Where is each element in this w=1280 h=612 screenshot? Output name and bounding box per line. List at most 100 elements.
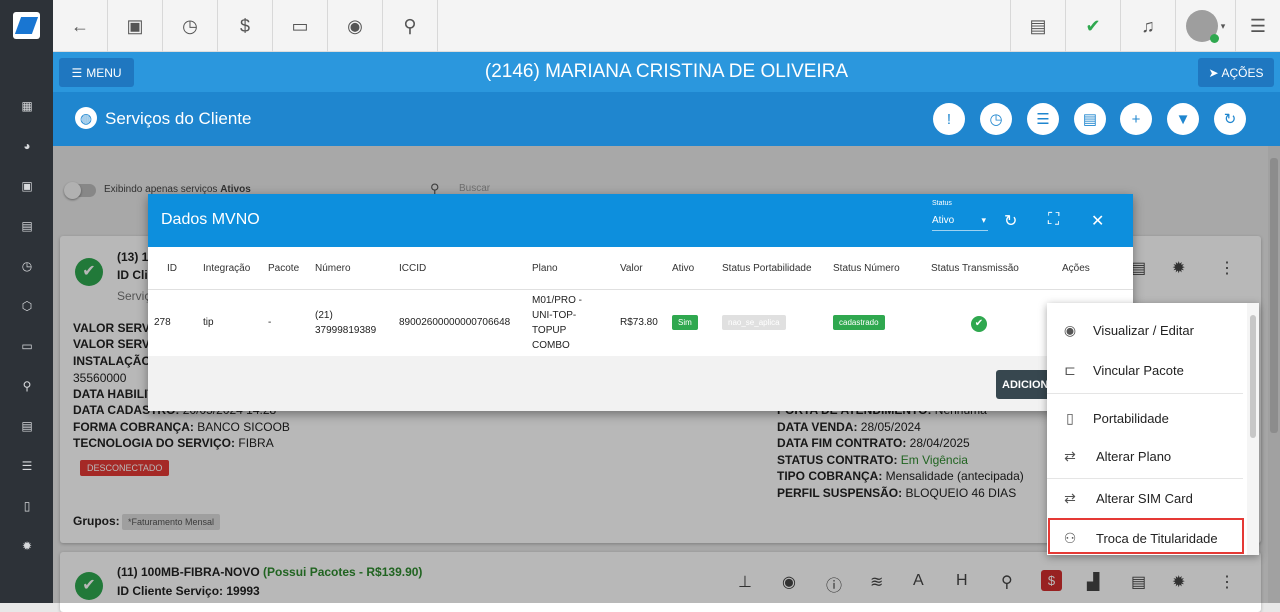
schedule-button[interactable]: ◷ bbox=[163, 0, 218, 52]
contacts-button[interactable]: ▣ bbox=[108, 0, 163, 52]
finance-button[interactable]: $ bbox=[218, 0, 273, 52]
alert-button[interactable]: ! bbox=[933, 103, 965, 135]
cell-valor: R$73.80 bbox=[620, 317, 658, 328]
back-button[interactable]: ← bbox=[53, 0, 108, 52]
contact-card-icon[interactable]: ▣ bbox=[20, 179, 34, 193]
menu-item-label: Visualizar / Editar bbox=[1093, 322, 1194, 338]
menu-item-label: Portabilidade bbox=[1093, 410, 1169, 426]
terminal-button[interactable]: ▭ bbox=[273, 0, 328, 52]
status-select-label: Status bbox=[932, 200, 952, 207]
dollar-icon: $ bbox=[239, 15, 250, 36]
swap-icon: ⇄ bbox=[1064, 447, 1076, 464]
settings-icon[interactable]: ✹ bbox=[20, 539, 34, 553]
calendar-clock-icon: ◷ bbox=[182, 15, 198, 36]
alert-icon: ! bbox=[946, 110, 952, 128]
menu-item-label: Alterar Plano bbox=[1096, 448, 1172, 464]
menu-item-label: Alterar SIM Card bbox=[1096, 490, 1193, 506]
column-header: Status Transmissão bbox=[931, 263, 1019, 274]
client-header: ☰ MENU (2146) MARIANA CRISTINA DE OLIVEIR… bbox=[53, 52, 1280, 92]
menu-item-alterar-sim-card[interactable]: ⇄ Alterar SIM Card bbox=[1047, 478, 1247, 518]
pdf-icon: ▤ bbox=[1029, 15, 1047, 36]
chevron-down-icon: ▾ bbox=[1220, 20, 1226, 31]
column-header: ICCID bbox=[399, 263, 427, 274]
cell-pacote: - bbox=[268, 317, 272, 328]
document-icon: ▤ bbox=[1082, 111, 1098, 128]
cell-status-portabilidade: nao_se_aplica bbox=[722, 315, 786, 330]
search-icon: ⚲ bbox=[403, 15, 417, 36]
menu-item-portabilidade[interactable]: ▯ Portabilidade bbox=[1047, 398, 1247, 438]
book-icon[interactable]: ▤ bbox=[20, 219, 34, 233]
list-circle-button[interactable]: ☰ bbox=[1027, 103, 1059, 135]
section-title: Serviços do Cliente bbox=[105, 109, 252, 128]
cell-status-numero: cadastrado bbox=[833, 315, 885, 330]
column-header: Status Portabilidade bbox=[722, 263, 812, 274]
app-logo[interactable] bbox=[13, 12, 40, 39]
list-icon: ☰ bbox=[1036, 111, 1050, 128]
client-title: (2146) MARIANA CRISTINA DE OLIVEIRA bbox=[484, 61, 849, 82]
schedule-circle-button[interactable]: ◷ bbox=[980, 103, 1012, 135]
send-icon: ➤ bbox=[1208, 65, 1219, 80]
eye-icon: ◉ bbox=[1063, 321, 1077, 338]
column-header: Ativo bbox=[672, 263, 695, 274]
list-icon: ☰ bbox=[1249, 15, 1267, 36]
terminal-icon: ▭ bbox=[291, 15, 309, 36]
pdf-button[interactable]: ▤ bbox=[1010, 0, 1065, 52]
chat-check-icon: ✔ bbox=[1085, 15, 1101, 36]
document-circle-button[interactable]: ▤ bbox=[1074, 103, 1106, 135]
column-header: Valor bbox=[620, 263, 643, 274]
table-header: ID Integração Pacote Número ICCID Plano … bbox=[148, 247, 1133, 290]
fullscreen-icon[interactable]: ⛶ bbox=[1048, 211, 1059, 229]
search-button[interactable]: ⚲ bbox=[383, 0, 438, 52]
close-icon[interactable]: ✕ bbox=[1091, 211, 1104, 231]
notifications-button[interactable]: ♫ bbox=[1120, 0, 1175, 52]
filter-circle-button[interactable]: ▼ bbox=[1167, 103, 1199, 135]
top-toolbar: ← ▣ ◷ $ ▭ ◉ ⚲ ▤ ✔ ♫ ▾ ☰ bbox=[53, 0, 1280, 52]
avatar bbox=[1185, 10, 1219, 43]
cell-iccid: 89002600000000706648 bbox=[399, 317, 511, 328]
cell-integracao: tip bbox=[203, 317, 214, 328]
add-circle-button[interactable]: + bbox=[1120, 103, 1152, 135]
calendar-clock-icon: ◷ bbox=[989, 111, 1003, 128]
column-header: Número bbox=[315, 263, 351, 274]
arrow-left-icon: ← bbox=[71, 15, 89, 36]
refresh-circle-button[interactable]: ↻ bbox=[1214, 103, 1246, 135]
sidebar: ▦ ◕ ▣ ▤ ◷ ⬡ ▭ ⚲ ▤ ☰ ▯ ✹ bbox=[0, 0, 53, 603]
column-header: Ações bbox=[1062, 263, 1090, 274]
refresh-icon[interactable]: ↻ bbox=[1004, 211, 1017, 231]
acoes-button[interactable]: ➤ AÇÕES bbox=[1198, 58, 1274, 87]
dashboard-icon[interactable]: ▦ bbox=[20, 99, 34, 113]
table-row: 278 tip - (21) 37999819389 89002600000000… bbox=[148, 290, 1133, 356]
cell-plano: M01/PRO - UNI-TOP- TOPUP COMBO bbox=[532, 295, 583, 351]
menu-item-visualizar-editar[interactable]: ◉ Visualizar / Editar bbox=[1047, 310, 1247, 350]
column-header: Status Número bbox=[833, 263, 900, 274]
menu-item-alterar-plano[interactable]: ⇄ Alterar Plano bbox=[1047, 436, 1247, 476]
status-select[interactable]: Ativo bbox=[932, 215, 988, 231]
file-icon[interactable]: ▯ bbox=[20, 499, 34, 513]
calendar-clock-icon[interactable]: ◷ bbox=[20, 259, 34, 273]
menu-item-vincular-pacote[interactable]: ⊏ Vincular Pacote bbox=[1047, 350, 1247, 390]
document-icon[interactable]: ▤ bbox=[20, 419, 34, 433]
plus-icon: + bbox=[1131, 110, 1141, 128]
filter-icon: ▼ bbox=[1175, 110, 1191, 128]
eye-icon: ◉ bbox=[347, 15, 363, 36]
column-header: Pacote bbox=[268, 263, 300, 274]
map-pin-icon[interactable]: ⚲ bbox=[20, 379, 34, 393]
globe-icon: ◍ bbox=[75, 107, 97, 129]
pie-chart-icon[interactable]: ◕ bbox=[20, 139, 34, 153]
view-button[interactable]: ◉ bbox=[328, 0, 383, 52]
chat-button[interactable]: ✔ bbox=[1065, 0, 1120, 52]
dropdown-scroll-thumb[interactable] bbox=[1250, 315, 1256, 438]
dropdown-scrollbar[interactable] bbox=[1247, 303, 1259, 555]
bell-icon: ♫ bbox=[1141, 15, 1155, 36]
divider bbox=[1047, 393, 1243, 394]
link-nodes-icon: ⊏ bbox=[1064, 361, 1076, 378]
user-menu[interactable]: ▾ bbox=[1175, 0, 1235, 52]
column-header: Integração bbox=[203, 263, 251, 274]
box-icon[interactable]: ⬡ bbox=[20, 299, 34, 313]
list-menu-button[interactable]: ☰ bbox=[1235, 0, 1280, 52]
column-header: Plano bbox=[532, 263, 558, 274]
server-icon[interactable]: ☰ bbox=[20, 459, 34, 473]
phone-icon: ▯ bbox=[1066, 409, 1074, 426]
section-header: ◍ Serviços do Cliente ! ◷ ☰ ▤ + ▼ ↻ bbox=[53, 92, 1280, 146]
id-card-icon[interactable]: ▭ bbox=[20, 339, 34, 353]
